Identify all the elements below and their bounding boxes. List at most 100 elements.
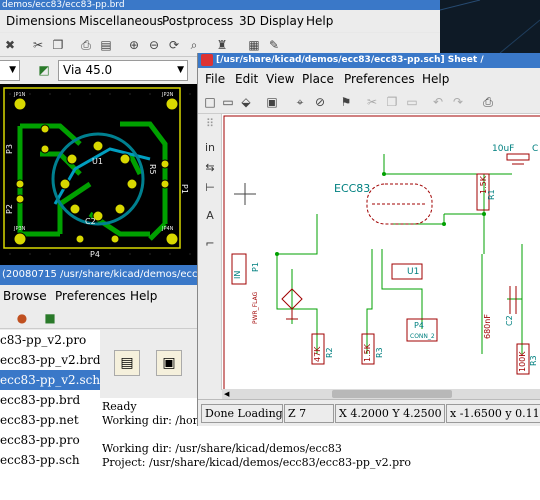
pcbnew-titlebar[interactable]: demos/ecc83/ecc83-pp.brd <box>0 0 440 10</box>
tree-item[interactable]: ecc83-pp_v2.brd <box>0 350 100 370</box>
menu-place[interactable]: Place <box>302 72 334 86</box>
zoom-in-icon[interactable]: ⊕ <box>126 37 142 53</box>
menu-help-sch[interactable]: Help <box>422 72 449 86</box>
menu-browse[interactable]: Browse <box>3 289 47 303</box>
sheet-icon[interactable]: ▣ <box>264 94 280 110</box>
menu-help[interactable]: Help <box>306 14 333 28</box>
eeschema-statusbar: Done Loading Z 7 X 4.2000 Y 4.2500 x -1.… <box>198 399 540 426</box>
sch-label-c1-value: 10uF <box>492 144 514 154</box>
menu-3d-display[interactable]: 3D Display <box>239 14 304 28</box>
status-zoom: Z 7 <box>284 404 334 423</box>
pcb-label-c2: C2 <box>85 217 96 226</box>
manager-toolbar: ● ■ <box>0 307 200 329</box>
pcb-label-jp3: JP3N <box>13 226 26 232</box>
new-icon[interactable]: □ <box>202 94 218 110</box>
menu-edit[interactable]: Edit <box>235 72 258 86</box>
sch-label-r2-value: 47K <box>313 346 322 362</box>
print-icon[interactable]: ⎙ <box>78 37 94 53</box>
undo-icon[interactable]: ↶ <box>430 94 446 110</box>
sch-label-r3-value: 1.5K <box>363 343 372 362</box>
netlist-icon[interactable]: ▦ <box>246 37 262 53</box>
tree-item[interactable]: ecc83-pp.sch <box>0 450 100 470</box>
pcb-canvas[interactable]: P3 P2 P4 P1 U1 C2 R5 JP1N JP2N JP3N JP4N <box>0 84 197 265</box>
menu-file[interactable]: File <box>205 72 225 86</box>
pcb-label-jp4: JP4N <box>161 226 174 232</box>
sch-label-r2: R2 <box>325 347 334 358</box>
pcb-label-p3: P3 <box>5 144 14 154</box>
manager-menubar: Browse Preferences Help <box>0 285 200 307</box>
copy-sch-icon[interactable]: ❐ <box>384 94 400 110</box>
via-size-select[interactable]: Via 45.0 ▼ <box>58 60 188 81</box>
footprint-icon: ▣ <box>162 355 176 371</box>
pcb-label-u1: U1 <box>92 157 103 166</box>
find-sch-icon[interactable]: ⌖ <box>292 94 308 110</box>
save-icon[interactable]: ⬙ <box>238 94 254 110</box>
units-inch-icon[interactable]: in <box>202 140 218 156</box>
launcher-panel: ▤ ▣ <box>100 330 200 390</box>
desktop-background <box>439 0 540 54</box>
schematic-canvas[interactable]: ECC83 R1 1.5K 10uF C IN P1 PWR_FLAG U1 P… <box>222 114 540 389</box>
desktop-graphic <box>439 0 540 54</box>
plot-icon[interactable]: ▤ <box>98 37 114 53</box>
tree-item[interactable]: ecc83-pp.pro <box>0 430 100 450</box>
tree-item[interactable]: ecc83-pp.brd <box>0 390 100 410</box>
redo-icon[interactable]: ↷ <box>450 94 466 110</box>
sch-label-r4-value: 100K <box>518 351 527 372</box>
eeschema-left-toolbar: ⠿ in ⇆ ⊢ A ⌐ <box>198 114 222 390</box>
bus-wire-icon[interactable]: ⌐ <box>202 236 218 252</box>
layer-pair-icon[interactable]: ◩ <box>36 62 52 78</box>
pcbnew-menubar: Dimensions Miscellaneous Postprocess 3D … <box>0 10 440 32</box>
hidden-pins-icon[interactable]: A <box>202 208 218 224</box>
sch-label-pwr-flag: PWR_FLAG <box>252 291 259 324</box>
find-icon[interactable]: ♜ <box>214 37 230 53</box>
pcb-board-drawing: P3 P2 P4 P1 U1 C2 R5 JP1N JP2N JP3N JP4N <box>0 84 197 265</box>
scrollbar-thumb[interactable] <box>332 390 452 398</box>
pcb-label-p1: P1 <box>180 184 189 194</box>
print-sch-icon[interactable]: ⎙ <box>480 94 496 110</box>
drc-icon[interactable]: ✖ <box>2 37 18 53</box>
menu-postprocess[interactable]: Postprocess <box>162 14 233 28</box>
horizontal-scrollbar[interactable]: ◀ <box>222 389 540 399</box>
cut-icon[interactable]: ✂ <box>30 37 46 53</box>
tree-item[interactable]: c83-pp_v2.pro <box>0 330 100 350</box>
scroll-left-icon[interactable]: ◀ <box>224 390 229 398</box>
tree-item-selected[interactable]: ecc83-pp_v2.sch <box>0 370 100 390</box>
library-icon[interactable]: ⊘ <box>312 94 328 110</box>
paste-sch-icon[interactable]: ▭ <box>404 94 420 110</box>
menu-help-manager[interactable]: Help <box>130 289 157 303</box>
menu-dimensions[interactable]: Dimensions <box>6 14 76 28</box>
menu-preferences-sch[interactable]: Preferences <box>344 72 415 86</box>
menu-preferences[interactable]: Preferences <box>55 289 126 303</box>
menu-miscellaneous[interactable]: Miscellaneous <box>79 14 163 28</box>
autoroute-icon[interactable]: ✎ <box>266 37 282 53</box>
pcb-label-jp1: JP1N <box>13 92 26 98</box>
tree-item[interactable]: ecc83-pp.net <box>0 410 100 430</box>
sch-label-c2-value: 680nF <box>483 314 492 339</box>
menu-view[interactable]: View <box>266 72 294 86</box>
pcb-label-r5: R5 <box>148 164 157 175</box>
chevron-down-icon: ▼ <box>177 65 184 75</box>
via-size-value: Via 45.0 <box>63 63 113 77</box>
zoom-out-icon[interactable]: ⊖ <box>146 37 162 53</box>
browse-icon[interactable]: ⚑ <box>338 94 354 110</box>
sch-label-r4: R3 <box>529 355 538 366</box>
cvpcb-launch-button[interactable]: ▣ <box>156 350 182 376</box>
sch-label-p4: P4 <box>414 321 424 330</box>
eeschema-menubar: File Edit View Place Preferences Help <box>198 68 540 89</box>
refresh-icon[interactable]: ● <box>14 310 30 326</box>
cursor-shape-icon[interactable]: ⊢ <box>202 180 218 196</box>
cut-sch-icon[interactable]: ✂ <box>364 94 380 110</box>
copy-icon[interactable]: ❐ <box>50 37 66 53</box>
zoom-fit-icon[interactable]: ⌕ <box>186 37 202 53</box>
eeschema-titlebar[interactable]: [/usr/share/kicad/demos/ecc83/ecc83-pp.s… <box>198 53 540 68</box>
open-icon[interactable]: ▭ <box>220 94 236 110</box>
archive-icon[interactable]: ■ <box>42 310 58 326</box>
pcb-label-jp2: JP2N <box>161 92 174 98</box>
eeschema-window: [/usr/share/kicad/demos/ecc83/ecc83-pp.s… <box>197 53 540 426</box>
sch-label-ecc83: ECC83 <box>334 182 370 195</box>
track-width-select[interactable]: ▼ <box>0 60 20 81</box>
grid-icon[interactable]: ⠿ <box>202 116 218 132</box>
units-mm-icon[interactable]: ⇆ <box>202 160 218 176</box>
eeschema-launch-button[interactable]: ▤ <box>114 350 140 376</box>
redraw-icon[interactable]: ⟳ <box>166 37 182 53</box>
